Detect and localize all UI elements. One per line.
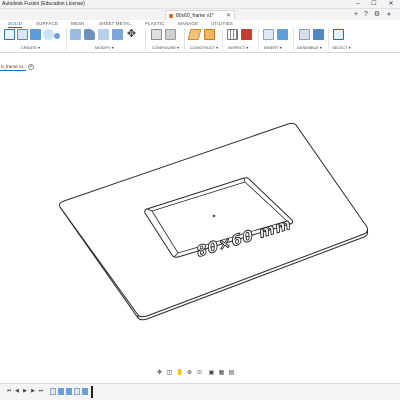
tab-surface[interactable]: SURFACE [36, 21, 58, 26]
fusion-document-icon [169, 14, 173, 18]
move-icon[interactable]: ✥ [126, 29, 137, 40]
browser-tab[interactable]: 0_frame v1 [0, 63, 26, 71]
orbit-icon[interactable]: ✥ [156, 370, 163, 377]
browser-strip: 0_frame v1 + [0, 63, 400, 71]
configure-icon[interactable] [151, 29, 162, 40]
insert-menu[interactable]: INSERT ▾ [264, 45, 282, 50]
toolbar-ribbon: SOLID SURFACE MESH SHEET METAL PLASTIC M… [0, 20, 400, 53]
viewports-icon[interactable]: ▤ [228, 370, 235, 377]
window-title: Autodesk Fusion (Education License) [2, 1, 85, 7]
new-component-assemble-icon[interactable] [299, 29, 310, 40]
separator [293, 28, 294, 50]
revolve-icon[interactable] [43, 29, 54, 40]
select-menu[interactable]: SELECT ▾ [332, 45, 351, 50]
separator [184, 28, 185, 50]
model-canvas[interactable] [0, 72, 400, 367]
canvas-viewport[interactable]: 80×60 mm [0, 72, 400, 367]
document-tab[interactable]: 80x60_frame v1* ✕ [165, 10, 235, 20]
notifications-icon[interactable]: ⚙ [373, 11, 381, 19]
help-icon[interactable]: ? [362, 11, 370, 19]
grid-settings-icon[interactable]: ▦ [218, 370, 225, 377]
document-tab-bar: 80x60_frame v1* ✕ + ? ⚙ ● [0, 9, 400, 20]
close-tab-icon[interactable]: ✕ [226, 12, 231, 19]
timeline-marker[interactable] [91, 386, 93, 398]
plate-top-face [59, 122, 369, 318]
separator [328, 28, 329, 50]
navigation-bar: ✥ ◫ ✋ ⊕ ⊙ ▣ ▦ ▤ [150, 370, 250, 378]
tab-plastic[interactable]: PLASTIC [145, 21, 164, 26]
tab-solid[interactable]: SOLID [8, 21, 23, 28]
select-icon[interactable] [333, 29, 344, 40]
tab-sheet-metal[interactable]: SHEET METAL [99, 21, 131, 26]
create-sketch-icon[interactable] [17, 29, 28, 40]
close-window-button[interactable]: ✕ [385, 0, 397, 9]
chamfer-icon[interactable] [98, 29, 109, 40]
create-menu[interactable]: CREATE ▾ [21, 45, 40, 50]
modify-menu[interactable]: MODIFY ▾ [95, 45, 114, 50]
play-icon[interactable]: ▶ [22, 388, 28, 395]
go-to-start-icon[interactable]: ⏮ [6, 388, 12, 395]
separator [222, 28, 223, 50]
maximize-button[interactable]: ☐ [368, 0, 380, 9]
emboss-feature-icon[interactable] [82, 388, 88, 395]
separator [66, 28, 67, 50]
separator [145, 28, 146, 50]
step-forward-icon[interactable]: ▶ [30, 388, 36, 395]
press-pull-icon[interactable] [70, 29, 81, 40]
separator [258, 28, 259, 50]
pan-icon[interactable]: ✋ [176, 370, 183, 377]
zoom-icon[interactable]: ⊕ [186, 370, 193, 377]
account-icon[interactable]: ● [385, 11, 393, 19]
sketch-feature-icon[interactable] [74, 388, 80, 395]
insert-derive-icon[interactable] [263, 29, 274, 40]
fit-icon[interactable]: ⊙ [196, 370, 203, 377]
shell-icon[interactable] [112, 29, 123, 40]
construct-menu[interactable]: CONSTRUCT ▾ [190, 45, 218, 50]
table-icon[interactable] [165, 29, 176, 40]
document-tab-label: 80x60_frame v1* [176, 13, 214, 19]
timeline-bar: ⏮ ◀ ▶ ▶ ⏭ [0, 383, 400, 400]
interference-icon[interactable] [241, 29, 252, 40]
new-tab-icon[interactable]: + [352, 11, 360, 19]
look-at-icon[interactable]: ◫ [166, 370, 173, 377]
sketch-feature-icon[interactable] [50, 388, 56, 395]
tab-mesh[interactable]: MESH [71, 21, 84, 26]
tab-utilities[interactable]: UTILITIES [211, 21, 233, 26]
configure-menu[interactable]: CONFIGURE ▾ [152, 45, 179, 50]
joint-icon[interactable] [313, 29, 324, 40]
center-point [212, 214, 216, 218]
browser-add-icon[interactable]: + [28, 64, 34, 70]
new-component-icon[interactable] [4, 29, 15, 40]
insert-image-icon[interactable] [277, 29, 288, 40]
tab-manage[interactable]: MANAGE [178, 21, 198, 26]
display-settings-icon[interactable]: ▣ [208, 370, 215, 377]
plane-icon[interactable] [204, 29, 215, 40]
extrude-feature-icon[interactable] [58, 388, 64, 395]
offset-plane-icon[interactable] [187, 29, 202, 40]
measure-icon[interactable] [227, 29, 238, 40]
go-to-end-icon[interactable]: ⏭ [38, 388, 44, 395]
fillet-icon[interactable] [84, 29, 95, 40]
assemble-menu[interactable]: ASSEMBLE ▾ [297, 45, 322, 50]
title-bar: Autodesk Fusion (Education License) – ☐ … [0, 0, 400, 9]
extrude-feature-icon[interactable] [66, 388, 72, 395]
minimize-button[interactable]: – [352, 0, 364, 9]
step-back-icon[interactable]: ◀ [14, 388, 20, 395]
extrude-icon[interactable] [30, 29, 41, 40]
hole-icon[interactable] [54, 33, 60, 39]
browser-tab-label: 0_frame v1 [1, 64, 24, 69]
inspect-menu[interactable]: INSPECT ▾ [228, 45, 248, 50]
